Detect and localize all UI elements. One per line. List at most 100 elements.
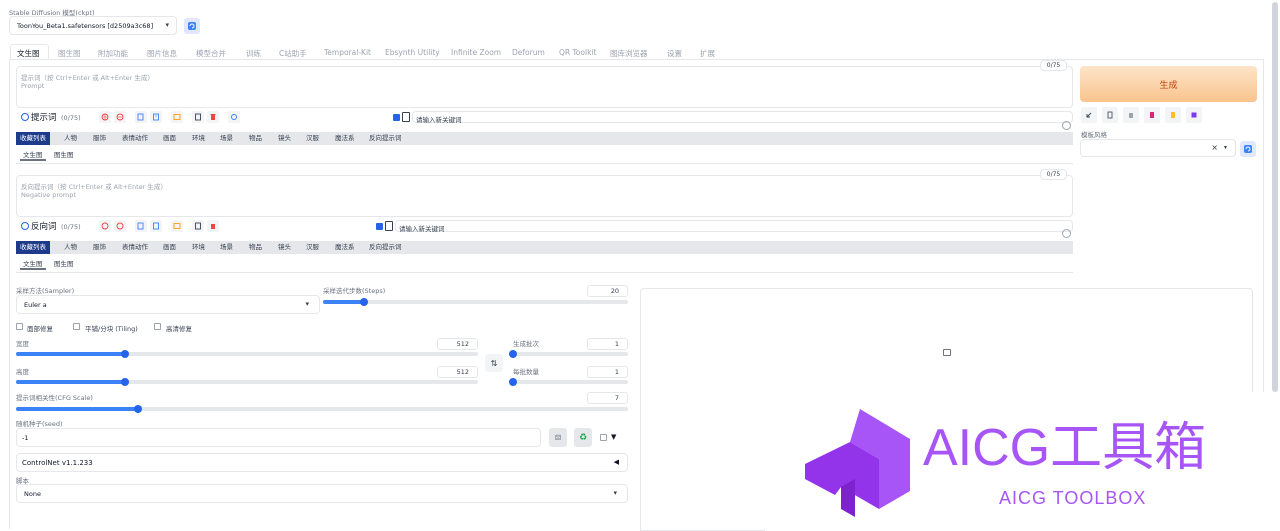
cfg-slider[interactable] (16, 405, 628, 413)
collapse-circle-icon[interactable] (1062, 121, 1071, 130)
extra-seed-toggle-icon[interactable]: ▼ (611, 433, 616, 441)
width-slider[interactable] (16, 350, 478, 358)
neg-image-button[interactable] (171, 220, 183, 232)
read-params-button[interactable] (1081, 107, 1097, 123)
sub-tab-0[interactable]: 文生图 (20, 149, 46, 161)
tab-11[interactable]: QR Toolkit (559, 48, 596, 57)
steps-slider[interactable] (323, 298, 628, 306)
tag-tab-6[interactable]: 场景 (216, 241, 237, 254)
clipboard-style-button[interactable] (1165, 107, 1181, 123)
neg-translate-all-button[interactable] (114, 220, 126, 232)
tag-tab-6[interactable]: 场景 (216, 132, 237, 145)
keyword-checkbox[interactable] (393, 114, 400, 121)
height-slider-thumb[interactable] (121, 378, 130, 386)
sub-tab-1[interactable]: 图生图 (51, 149, 77, 161)
tag-tab-2[interactable]: 服饰 (89, 241, 110, 254)
sub-tab-1[interactable]: 图生图 (51, 258, 77, 270)
tag-tab-5[interactable]: 环境 (188, 132, 209, 145)
tab-14[interactable]: 扩展 (700, 48, 715, 59)
seed-input[interactable]: -1 (16, 428, 541, 447)
styles-select[interactable]: × ▾ (1080, 139, 1236, 157)
tab-8[interactable]: Ebsynth Utility (385, 48, 440, 57)
copy-style-button[interactable] (1102, 107, 1118, 123)
tab-13[interactable]: 设置 (667, 48, 682, 59)
tag-tab-4[interactable]: 画面 (159, 132, 180, 145)
reuse-seed-button[interactable]: ♻ (574, 428, 592, 447)
tab-9[interactable]: Infinite Zoom (451, 48, 501, 57)
batch-count-slider-thumb[interactable] (509, 350, 517, 358)
tag-tab-10[interactable]: 魔法系 (331, 132, 359, 145)
tag-tab-9[interactable]: 汉服 (302, 241, 323, 254)
neg-clear-button[interactable] (207, 220, 219, 232)
restore-faces-checkbox[interactable] (16, 323, 23, 330)
tab-7[interactable]: Temporal-Kit (324, 48, 371, 57)
width-number[interactable]: 512 (437, 338, 478, 350)
generate-button[interactable]: 生成 (1080, 66, 1257, 102)
tab-4[interactable]: 模型合并 (196, 48, 226, 59)
negative-textarea[interactable]: 反向提示词（按 Ctrl+Enter 或 Alt+Enter 生成） Negat… (16, 175, 1073, 217)
prompt-collapse-icon[interactable] (21, 113, 29, 121)
translate-all-button[interactable] (114, 111, 126, 123)
refresh-model-button[interactable] (184, 18, 200, 34)
tab-10[interactable]: Deforum (512, 48, 545, 57)
neg-copy2-button[interactable] (192, 220, 204, 232)
keyword-input[interactable]: 请输入新关键词 (412, 111, 1073, 124)
tag-tab-2[interactable]: 服饰 (89, 132, 110, 145)
paste-prompt-button[interactable] (150, 111, 162, 123)
scrollbar-thumb[interactable] (1272, 2, 1278, 392)
tag-tab-1[interactable]: 人物 (60, 241, 81, 254)
model-select[interactable]: ToonYou_Beta1.safetensors [d2509a3c68] ▾ (9, 16, 177, 35)
tab-12[interactable]: 图库浏览器 (610, 48, 648, 59)
tag-tab-8[interactable]: 镜头 (274, 241, 295, 254)
tag-tab-3[interactable]: 表情动作 (118, 241, 152, 254)
tiling-checkbox[interactable] (73, 323, 80, 330)
neg-paste-button[interactable] (150, 220, 162, 232)
extra-seed-checkbox[interactable] (600, 434, 607, 441)
neg-keyword-input[interactable]: 请输入新关键词 (395, 220, 1073, 233)
steps-slider-thumb[interactable] (359, 298, 368, 306)
height-number[interactable]: 512 (437, 366, 478, 378)
sub-tab-0[interactable]: 文生图 (20, 258, 46, 270)
tab-5[interactable]: 训练 (246, 48, 261, 59)
tag-tab-1[interactable]: 人物 (60, 132, 81, 145)
negative-collapse-icon[interactable] (21, 222, 29, 230)
tag-tab-11[interactable]: 反向提示词 (365, 132, 406, 145)
neg-collapse-circle-icon[interactable] (1062, 229, 1071, 238)
prompt-textarea[interactable]: 提示词（按 Ctrl+Enter 或 Alt+Enter 生成） Prompt (16, 66, 1073, 108)
tag-tab-7[interactable]: 物品 (245, 132, 266, 145)
height-slider[interactable] (16, 378, 478, 386)
neg-keyword-checkbox[interactable] (376, 223, 383, 230)
tag-tab-3[interactable]: 表情动作 (118, 132, 152, 145)
tag-tab-0[interactable]: 收藏列表 (16, 132, 50, 145)
batch-size-slider-thumb[interactable] (509, 378, 517, 386)
cfg-number[interactable]: 7 (587, 392, 628, 404)
swap-dimensions-button[interactable]: ⇅ (485, 354, 503, 372)
prompt-copy2-button[interactable] (192, 111, 204, 123)
prompt-image-button[interactable] (171, 111, 183, 123)
prompt-settings-button[interactable] (228, 111, 240, 123)
copy-prompt-button[interactable] (135, 111, 147, 123)
tab-3[interactable]: 图片信息 (147, 48, 177, 59)
batch-count-number[interactable]: 1 (587, 338, 628, 350)
clear-x-icon[interactable]: × (1211, 143, 1218, 152)
neg-copy-button[interactable] (135, 220, 147, 232)
batch-size-slider[interactable] (509, 378, 628, 386)
random-seed-button[interactable]: ⚄ (549, 428, 567, 447)
width-slider-thumb[interactable] (121, 350, 130, 358)
tag-tab-4[interactable]: 画面 (159, 241, 180, 254)
steps-number[interactable]: 20 (587, 285, 628, 297)
script-select[interactable]: None ▾ (16, 484, 628, 503)
refresh-styles-button[interactable] (1240, 141, 1256, 157)
tag-tab-5[interactable]: 环境 (188, 241, 209, 254)
hires-checkbox[interactable] (154, 323, 161, 330)
save-style-button[interactable] (1186, 107, 1202, 123)
tag-tab-0[interactable]: 收藏列表 (16, 241, 50, 254)
tag-tab-7[interactable]: 物品 (245, 241, 266, 254)
batch-count-slider[interactable] (509, 350, 628, 358)
tag-tab-10[interactable]: 魔法系 (331, 241, 359, 254)
tab-1[interactable]: 图生图 (58, 48, 81, 59)
controlnet-accordion[interactable]: ControlNet v1.1.233 ◀ (16, 453, 628, 472)
tab-6[interactable]: C站助手 (279, 48, 307, 59)
sampler-select[interactable]: Euler a ▾ (16, 295, 320, 314)
neg-translate-button[interactable] (99, 220, 111, 232)
